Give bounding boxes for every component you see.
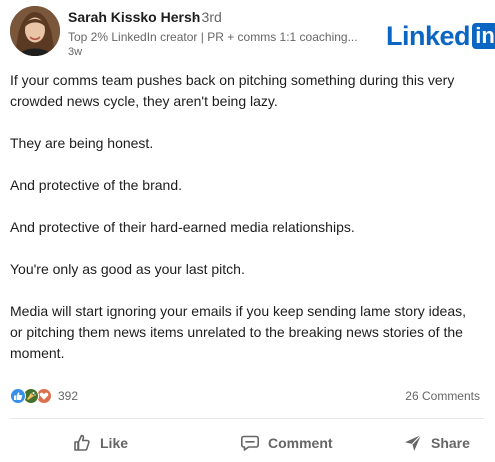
author-name[interactable]: Sarah Kissko Hersh: [68, 9, 200, 25]
send-icon: [405, 434, 422, 451]
comment-icon: [241, 435, 259, 451]
post-paragraph: If your comms team pushes back on pitchi…: [10, 70, 488, 112]
share-label: Share: [431, 435, 470, 451]
thumbs-up-icon: [74, 434, 90, 451]
post-paragraph: And protective of their hard-earned medi…: [10, 217, 488, 238]
like-icon: [10, 388, 26, 404]
divider: [10, 418, 484, 419]
post-actions: Like Comment Share: [0, 427, 495, 459]
post-line: Media will start ignoring your emails if…: [10, 303, 466, 319]
connection-degree: · 3rd: [193, 9, 222, 25]
linkedin-logo-text: Linked: [386, 21, 471, 51]
post-header: Sarah Kissko Hersh · 3rd Top 2% LinkedIn…: [0, 0, 495, 62]
post-line: You're only as good as your last pitch.: [10, 261, 245, 277]
post-line: They are being honest.: [10, 135, 154, 151]
reactions-summary[interactable]: 392: [10, 388, 78, 404]
author-headline: Top 2% LinkedIn creator | PR + comms 1:1…: [68, 30, 358, 44]
post-line: or pitching them news items unrelated to…: [10, 324, 463, 340]
post-line: And protective of the brand.: [10, 177, 182, 193]
social-counts: 392 26 Comments: [10, 386, 484, 406]
post-timestamp: 3w: [68, 46, 83, 58]
like-button[interactable]: Like: [72, 427, 128, 459]
post-paragraph: You're only as good as your last pitch.: [10, 259, 488, 280]
linkedin-logo: Linked in: [386, 22, 495, 50]
post-paragraph: They are being honest.: [10, 133, 488, 154]
author-avatar[interactable]: [10, 6, 60, 56]
post-line: crowded news cycle, they aren't being la…: [10, 93, 278, 109]
post-paragraph: And protective of the brand.: [10, 175, 488, 196]
post-line: moment.: [10, 345, 65, 361]
post-paragraph: Media will start ignoring your emails if…: [10, 301, 488, 364]
like-label: Like: [100, 435, 129, 451]
comment-button[interactable]: Comment: [240, 427, 333, 459]
post-line: And protective of their hard-earned medi…: [10, 219, 355, 235]
comments-count[interactable]: 26 Comments: [405, 389, 480, 403]
linkedin-logo-box: in: [472, 23, 495, 49]
reaction-count[interactable]: 392: [58, 389, 78, 403]
post-line: If your comms team pushes back on pitchi…: [10, 72, 455, 88]
comment-label: Comment: [268, 435, 333, 451]
share-button[interactable]: Share: [403, 427, 470, 459]
